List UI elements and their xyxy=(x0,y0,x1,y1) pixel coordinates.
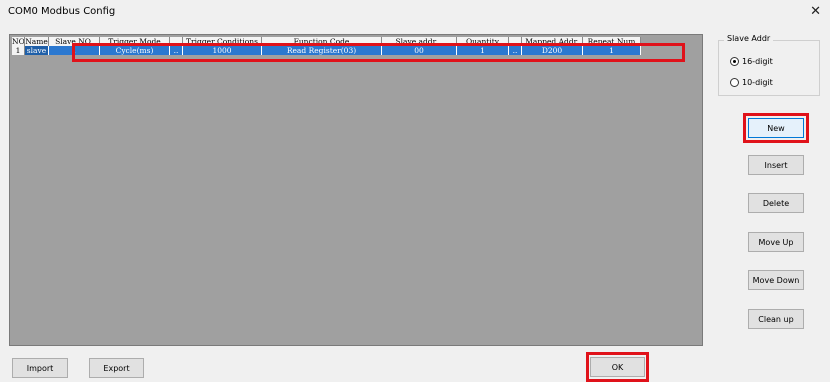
slave-addr-label: Slave Addr xyxy=(724,34,774,43)
col-header-no[interactable]: NO. xyxy=(12,37,25,46)
window-title: COM0 Modbus Config xyxy=(8,6,116,17)
import-button[interactable]: Import xyxy=(12,358,68,378)
close-icon[interactable]: ✕ xyxy=(810,4,821,19)
cell-name[interactable]: slave xyxy=(25,46,49,55)
move-down-button[interactable]: Move Down xyxy=(748,270,804,290)
col-header-name[interactable]: Name xyxy=(25,37,49,46)
row-highlight-box xyxy=(72,43,685,62)
title-bar: COM0 Modbus Config ✕ xyxy=(0,0,830,26)
slave-addr-group xyxy=(718,40,820,96)
ok-button-highlight-box xyxy=(586,352,649,382)
clean-up-button[interactable]: Clean up xyxy=(748,309,804,329)
modbus-table[interactable]: NO. Name Slave NO. Trigger Mode Trigger … xyxy=(9,34,703,346)
radio-10-digit[interactable]: 10-digit xyxy=(730,78,773,87)
move-up-button[interactable]: Move Up xyxy=(748,232,804,252)
insert-button[interactable]: Insert xyxy=(748,155,804,175)
radio-checked-icon[interactable] xyxy=(730,57,739,66)
delete-button[interactable]: Delete xyxy=(748,193,804,213)
radio-10-digit-label: 10-digit xyxy=(742,78,773,87)
radio-16-digit[interactable]: 16-digit xyxy=(730,57,773,66)
export-button[interactable]: Export xyxy=(89,358,144,378)
cell-no: 1 xyxy=(12,46,25,55)
radio-unchecked-icon[interactable] xyxy=(730,78,739,87)
radio-16-digit-label: 16-digit xyxy=(742,57,773,66)
new-button-highlight-box xyxy=(743,113,809,143)
